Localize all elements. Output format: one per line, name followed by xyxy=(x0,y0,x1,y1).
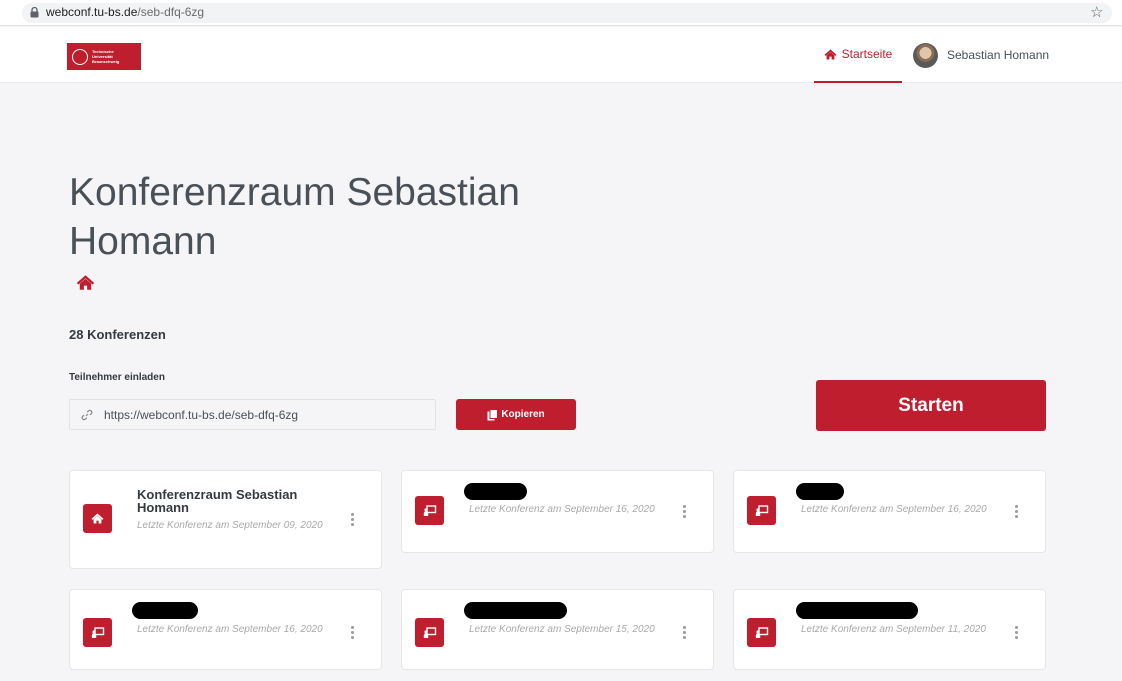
copy-icon xyxy=(487,408,499,420)
redacted-room-name xyxy=(796,483,844,500)
presentation-icon xyxy=(423,626,436,638)
user-menu[interactable]: Sebastian Homann xyxy=(913,41,1049,69)
nav-home-link[interactable]: Startseite xyxy=(814,27,902,83)
room-options-menu[interactable] xyxy=(1013,626,1019,639)
link-icon xyxy=(81,409,93,420)
room-last-session: Letzte Konferenz am September 11, 2020 xyxy=(801,624,986,635)
room-options-menu[interactable] xyxy=(681,626,687,639)
room-card[interactable]: Letzte Konferenz am September 15, 2020 xyxy=(401,589,714,670)
redacted-room-name xyxy=(796,602,918,619)
copy-button[interactable]: Kopieren xyxy=(456,399,576,430)
invite-url: https://webconf.tu-bs.de/seb-dfq-6zg xyxy=(104,407,299,422)
url-text[interactable]: webconf.tu-bs.de/seb-dfq-6zg xyxy=(46,5,204,19)
url-host: webconf.tu-bs.de xyxy=(46,5,138,19)
home-icon xyxy=(91,513,104,524)
room-last-session: Letzte Konferenz am September 16, 2020 xyxy=(137,624,323,635)
card-icon xyxy=(747,618,776,647)
nav-home-label: Startseite xyxy=(841,47,893,61)
room-last-session: Letzte Konferenz am September 16, 2020 xyxy=(469,504,655,515)
invite-url-field[interactable]: https://webconf.tu-bs.de/seb-dfq-6zg xyxy=(69,399,436,430)
card-icon xyxy=(747,496,776,525)
logo-line: Braunschweig xyxy=(92,59,120,64)
room-card[interactable]: Letzte Konferenz am September 16, 2020 xyxy=(401,470,714,553)
room-options-menu[interactable] xyxy=(349,513,355,526)
home-icon xyxy=(76,275,95,290)
lock-icon xyxy=(30,7,39,18)
copy-label: Kopieren xyxy=(501,409,545,420)
star-icon[interactable]: ☆ xyxy=(1090,3,1103,21)
room-last-session: Letzte Konferenz am September 09, 2020 xyxy=(137,520,323,531)
conference-count: 28 Konferenzen xyxy=(69,327,166,342)
browser-address-bar: webconf.tu-bs.de/seb-dfq-6zg ☆ xyxy=(0,0,1122,26)
avatar xyxy=(913,42,938,68)
url-path: /seb-dfq-6zg xyxy=(137,5,205,19)
page-title: Konferenzraum Sebastian Homann xyxy=(69,171,520,263)
presentation-icon xyxy=(755,626,768,638)
presentation-icon xyxy=(91,626,104,638)
presentation-icon xyxy=(423,504,436,516)
room-last-session: Letzte Konferenz am September 15, 2020 xyxy=(469,624,655,635)
room-options-menu[interactable] xyxy=(349,626,355,639)
redacted-room-name xyxy=(464,483,527,500)
logo-text: Technische Universität Braunschweig xyxy=(92,49,119,64)
redacted-room-name xyxy=(464,602,567,619)
card-icon xyxy=(83,618,112,647)
start-button[interactable]: Starten xyxy=(816,380,1046,431)
home-icon xyxy=(824,49,837,59)
card-icon xyxy=(415,496,444,525)
logo[interactable]: Technische Universität Braunschweig xyxy=(67,43,141,70)
start-label: Starten xyxy=(898,394,964,416)
presentation-icon xyxy=(755,504,768,516)
redacted-room-name xyxy=(132,602,198,619)
room-name: Konferenzraum Sebastian Homann xyxy=(137,487,298,515)
room-last-session: Letzte Konferenz am September 16, 2020 xyxy=(801,504,987,515)
room-card[interactable]: Konferenzraum Sebastian Homann Letzte Ko… xyxy=(69,470,382,569)
card-icon xyxy=(415,618,444,647)
room-card[interactable]: Letzte Konferenz am September 11, 2020 xyxy=(733,589,1046,670)
room-card[interactable]: Letzte Konferenz am September 16, 2020 xyxy=(733,470,1046,553)
site-header: Technische Universität Braunschweig Star… xyxy=(0,27,1122,83)
room-card[interactable]: Letzte Konferenz am September 16, 2020 xyxy=(69,589,382,670)
room-options-menu[interactable] xyxy=(1013,505,1019,518)
user-name: Sebastian Homann xyxy=(947,48,1050,62)
room-options-menu[interactable] xyxy=(681,505,687,518)
card-icon xyxy=(83,504,112,533)
logo-seal-icon xyxy=(72,48,88,65)
invite-label: Teilnehmer einladen xyxy=(69,372,165,383)
